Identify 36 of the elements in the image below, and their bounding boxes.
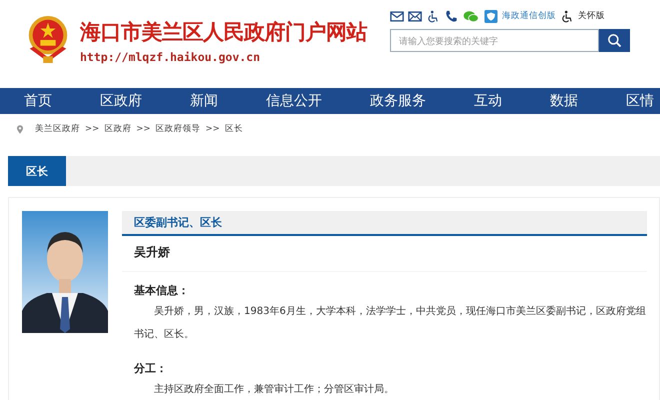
mail-icon[interactable] [390, 10, 404, 22]
breadcrumb-link[interactable]: 区政府领导 [156, 123, 200, 135]
accessibility-icon[interactable] [560, 10, 574, 22]
accessibility-icon[interactable] [426, 10, 440, 22]
app-link[interactable]: 海政通信创版 [502, 10, 556, 22]
section-heading: 基本信息： [133, 283, 190, 298]
site-url: http://mlqzf.haikou.gov.cn [80, 50, 262, 64]
breadcrumb-separator: >> [85, 124, 100, 134]
nav-item[interactable]: 信息公开 [266, 92, 322, 110]
search-field[interactable]: 请输入您要搜索的关键字 [390, 29, 599, 52]
search-button[interactable] [599, 29, 630, 52]
search-icon [607, 33, 622, 48]
section-text: 吴升娇，男，汉族，1983年6月生，大学本科，法学学士，中共党员，现任海口市美兰区委副书记，区政府党组书记、区长。 [133, 304, 647, 342]
phone-icon[interactable] [444, 10, 458, 22]
nav-item[interactable]: 区政府 [100, 92, 142, 110]
tab[interactable]: 区长 [8, 156, 66, 186]
nav-item[interactable]: 政务服务 [370, 92, 426, 110]
site-title: 海口市美兰区人民政府门户网站 [80, 19, 367, 46]
breadcrumb-link[interactable]: 美兰区政府 [35, 123, 80, 135]
nav-item[interactable]: 首页 [24, 92, 52, 110]
envelope-icon[interactable] [408, 10, 422, 22]
nav-item[interactable]: 新闻 [190, 92, 218, 110]
breadcrumb-link[interactable]: 区政府 [104, 123, 132, 135]
shield-icon[interactable] [484, 10, 498, 22]
location-pin-icon [17, 124, 23, 134]
breadcrumb-separator: >> [136, 124, 150, 134]
section-heading: 分工： [133, 361, 168, 376]
breadcrumb-separator: >> [206, 124, 220, 134]
nav-item[interactable]: 区情 [626, 92, 654, 110]
position-heading: 区委副书记、区长 [122, 211, 647, 236]
care-mode-link[interactable]: 关怀版 [578, 10, 605, 22]
breadcrumb-link[interactable]: 区长 [224, 123, 243, 135]
section-text: 主持区政府全面工作，兼管审计工作；分管区审计局。 [153, 382, 395, 397]
nav-item[interactable]: 数据 [550, 92, 578, 110]
nav-item[interactable]: 互动 [474, 92, 502, 110]
person-name: 吴升娇 [122, 236, 647, 272]
